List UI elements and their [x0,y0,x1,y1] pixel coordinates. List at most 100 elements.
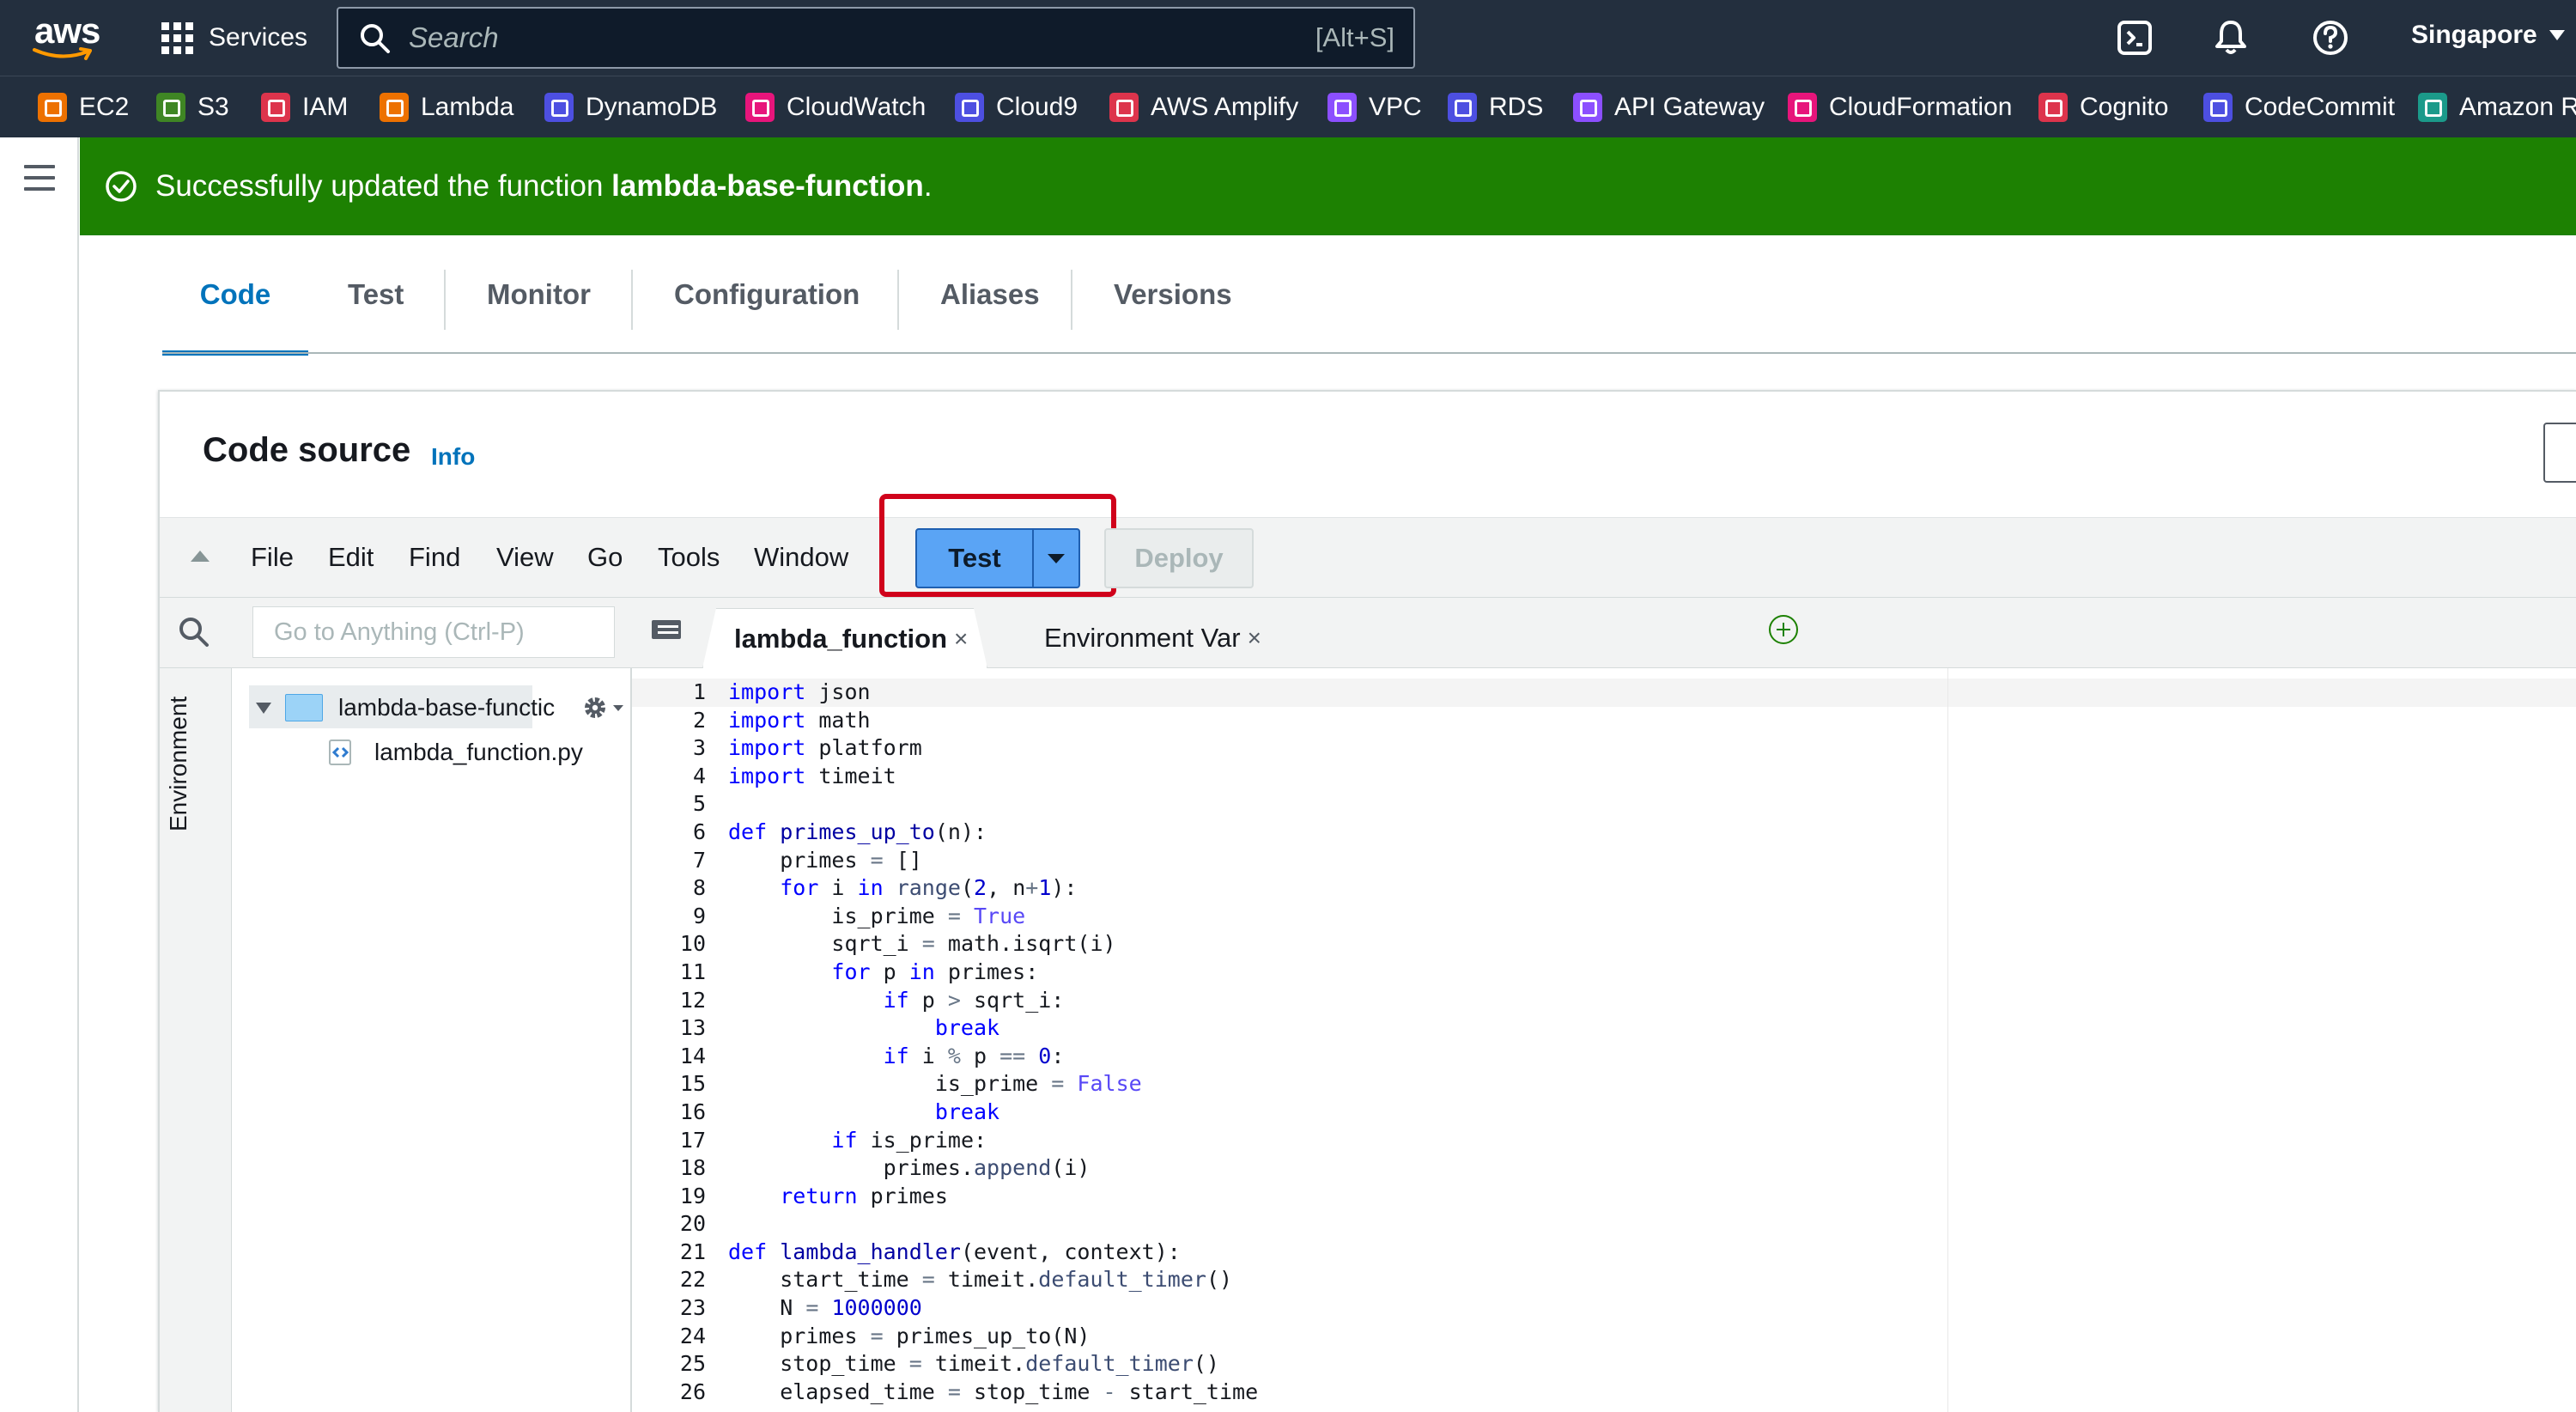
menu-go[interactable]: Go [587,542,623,573]
line-number: 10 [679,931,706,957]
code-source-panel: Code source Info File Edit Find View Go … [158,390,2576,1412]
code-editor[interactable]: 1 2 3 4 5 6 7 8 9 10 11 12 13 14 15 16 17 18 19 20 21 22 23 24 2… [632,668,2576,1412]
code-line: if p > sqrt_i: [883,987,1065,1013]
menu-view[interactable]: View [496,542,554,573]
code-line: for p in primes: [831,959,1039,984]
favorite-api-gateway[interactable]: API Gateway [1573,90,1765,125]
tree-folder-row[interactable]: lambda-base-functic [256,687,624,728]
line-number: 4 [692,763,706,788]
line-number: 12 [679,987,706,1013]
tabs-baseline [162,352,2576,354]
highlight-annotation-box [879,494,1116,597]
add-tab-plus-icon[interactable] [1769,615,1798,644]
favorite-cognito[interactable]: Cognito [2038,90,2168,125]
aws-logo[interactable]: aws [31,9,100,65]
code-line: return primes [780,1183,948,1208]
favorite-rds[interactable]: RDS [1448,90,1543,125]
menu-file[interactable]: File [251,542,294,573]
services-menu-button[interactable]: Services [161,15,307,60]
tab-monitor[interactable]: Monitor [487,278,591,356]
code-line: sqrt_i = math.isqrt(i) [728,931,1116,957]
close-tab-icon[interactable]: × [954,625,968,653]
editor-tab-bar: lambda_function × Environment Var × [632,598,2576,668]
menu-window[interactable]: Window [754,542,848,573]
tab-list-icon[interactable] [651,618,682,641]
line-number: 6 [692,819,706,844]
tab-divider [444,270,446,330]
tab-code[interactable]: Code [162,278,308,356]
menu-tools[interactable]: Tools [658,542,720,573]
favorite-label: Cloud9 [996,93,1078,121]
tab-configuration[interactable]: Configuration [674,278,860,356]
favorite-label: Lambda [421,93,514,121]
collapse-toolbar-icon[interactable] [191,551,210,562]
tab-versions[interactable]: Versions [1114,278,1232,356]
code-content[interactable]: import json import math import platform … [728,679,2531,1406]
menu-find[interactable]: Find [409,542,460,573]
line-number: 11 [679,959,706,984]
ide-toolbar: File Edit Find View Go Tools Window Test… [160,494,2576,598]
side-navigation-rail [0,137,79,1412]
favorite-iam[interactable]: IAM [261,90,348,125]
code-line: for i in range(2, n+1): [780,875,1078,901]
codecommit-service-icon [2203,93,2233,122]
region-label: Singapore [2411,21,2537,49]
editor-tab-label: Environment Var [1044,623,1241,653]
line-number: 18 [679,1155,706,1181]
hamburger-menu-icon[interactable] [24,165,55,191]
favorite-s3[interactable]: S3 [156,90,229,125]
cloudshell-icon[interactable] [2114,17,2155,58]
flash-prefix: Successfully updated the function [155,169,612,203]
upload-from-button[interactable] [2543,423,2576,483]
favorite-cloudformation[interactable]: CloudFormation [1788,90,2012,125]
folder-name: lambda-base-functic [338,694,556,721]
notifications-bell-icon[interactable] [2210,17,2251,58]
line-number: 8 [692,875,706,901]
favorite-label: CloudFormation [1829,93,2013,121]
code-line: if i % p == 0: [883,1043,1065,1068]
tab-test[interactable]: Test [348,278,404,356]
favorite-cloudwatch[interactable]: CloudWatch [745,90,926,125]
tab-aliases[interactable]: Aliases [940,278,1040,356]
environment-toggle[interactable]: Environment [165,677,192,831]
file-name: lambda_function.py [374,739,583,765]
menu-edit[interactable]: Edit [328,542,374,573]
favorite-vpc[interactable]: VPC [1327,90,1422,125]
tab-divider [1071,270,1072,330]
global-search-input[interactable] [409,19,1182,57]
expand-triangle-icon[interactable] [256,702,271,714]
caret-down-icon [613,704,624,711]
close-tab-icon[interactable]: × [1248,624,1261,652]
line-number-gutter: 1 2 3 4 5 6 7 8 9 10 11 12 13 14 15 16 17 18 19 20 21 22 23 24 2… [632,679,706,1406]
success-flash-banner: Successfully updated the function lambda… [80,137,2576,235]
tree-settings-gear-icon[interactable] [580,693,624,722]
favorite-cloud9[interactable]: Cloud9 [955,90,1078,125]
info-link[interactable]: Info [431,443,475,471]
code-line: is_prime = True [728,903,1026,928]
search-icon[interactable] [177,615,211,649]
favorite-dynamodb[interactable]: DynamoDB [544,90,717,125]
top-navigation: aws Services [Alt+S] Singapore [0,0,2576,76]
tab-divider [897,270,899,330]
tree-file-row[interactable]: lambda_function.py [326,732,583,773]
favorite-label: CloudWatch [787,93,927,121]
line-number: 15 [679,1071,706,1097]
editor-tab-lambda-function[interactable]: lambda_function × [702,608,987,668]
global-search-box[interactable]: [Alt+S] [337,7,1415,69]
region-selector[interactable]: Singapore [2411,21,2565,50]
deploy-button[interactable]: Deploy [1104,528,1254,588]
favorite-codecommit[interactable]: CodeCommit [2203,90,2395,125]
goto-anything-input[interactable] [252,606,615,658]
favorite-label: VPC [1369,93,1422,121]
services-grid-icon [161,21,193,54]
code-line: elapsed_time = stop_time - start_time [728,1379,1259,1404]
line-number: 1 [692,679,706,704]
favorite-lambda[interactable]: Lambda [380,90,513,125]
favorite-aws-amplify[interactable]: AWS Amplify [1109,90,1298,125]
help-icon[interactable] [2310,17,2351,58]
favorite-amazon-re[interactable]: Amazon Re [2418,90,2576,125]
favorite-ec2[interactable]: EC2 [38,90,129,125]
services-label: Services [209,23,308,52]
code-line: break [934,1099,1000,1124]
editor-tab-environment-var[interactable]: Environment Var × [1010,608,1302,668]
